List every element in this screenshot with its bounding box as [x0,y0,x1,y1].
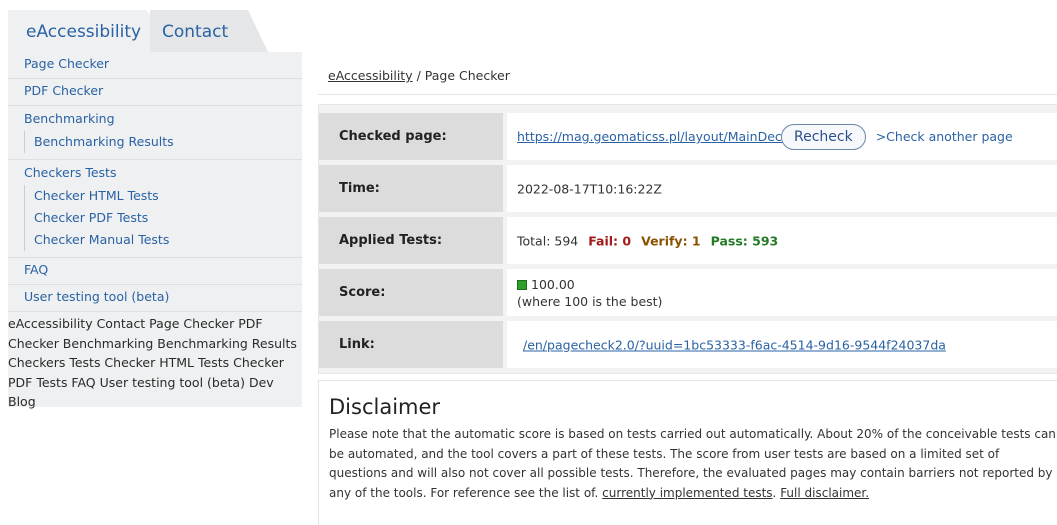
row-time: Time: 2022-08-17T10:16:22Z [319,165,1057,212]
sidebar-item-benchmarking-results[interactable]: Benchmarking Results [34,131,302,153]
label-score: Score: [319,269,503,316]
time-value: 2022-08-17T10:16:22Z [517,181,662,196]
sidebar-item-checker-pdf-tests[interactable]: Checker PDF Tests [34,207,302,229]
row-checked-page: Checked page: https://mag.geomaticss.pl/… [319,113,1057,160]
sidebar-plain-links: eAccessibility Contact Page Checker PDF … [8,316,297,409]
value-applied-tests: Total: 594 Fail: 0 Verify: 1 Pass: 593 [507,217,1057,264]
row-applied-tests: Applied Tests: Total: 594 Fail: 0 Verify… [319,217,1057,264]
sidebar-item-checker-manual-tests[interactable]: Checker Manual Tests [34,229,302,251]
value-score: 100.00 (where 100 is the best) [507,269,1057,316]
score-note: (where 100 is the best) [517,293,663,309]
sidebar: Page Checker PDF Checker Benchmarking Be… [8,52,302,409]
pass-count: Pass: 593 [710,233,779,248]
total-count: Total: 594 [517,233,579,248]
top-tabs: eAccessibility Contact [8,10,268,52]
implemented-tests-link[interactable]: currently implemented tests [602,486,772,500]
sidebar-item-page-checker[interactable]: Page Checker [8,52,302,79]
breadcrumb-divider [318,94,1057,95]
sidebar-submenu-benchmarking: Benchmarking Results [24,131,302,153]
disclaimer-text: Please note that the automatic score is … [329,425,1057,503]
score-indicator-icon [517,280,527,290]
label-applied-tests: Applied Tests: [319,217,503,264]
checked-page-link[interactable]: https://mag.geomaticss.pl/layout/MainDec… [517,129,791,144]
value-link: /en/pagecheck2.0/?uuid=1bc53333-f6ac-451… [507,321,1057,368]
results-table: Checked page: https://mag.geomaticss.pl/… [318,104,1057,374]
score-value: 100.00 [531,276,575,292]
sidebar-item-pdf-checker[interactable]: PDF Checker [8,79,302,106]
breadcrumb-link-eaccessibility[interactable]: eAccessibility [328,68,413,83]
sidebar-group-checkers-tests: Checkers Tests Checker HTML Tests Checke… [8,160,302,258]
label-link: Link: [319,321,503,368]
sidebar-item-checker-html-tests[interactable]: Checker HTML Tests [34,185,302,207]
tab-contact[interactable]: Contact [150,10,268,52]
result-permalink[interactable]: /en/pagecheck2.0/?uuid=1bc53333-f6ac-451… [523,337,946,352]
recheck-button[interactable]: Recheck [781,123,866,150]
sidebar-group-benchmarking: Benchmarking Benchmarking Results [8,106,302,160]
sidebar-submenu-checkers-tests: Checker HTML Tests Checker PDF Tests Che… [24,185,302,251]
tab-eaccessibility[interactable]: eAccessibility [8,10,178,52]
full-disclaimer-link[interactable]: Full disclaimer. [780,486,869,500]
value-checked-page: https://mag.geomaticss.pl/layout/MainDec… [507,113,1057,160]
sidebar-item-checkers-tests[interactable]: Checkers Tests [24,163,302,183]
row-score: Score: 100.00 (where 100 is the best) [319,269,1057,316]
label-time: Time: [319,165,503,212]
fail-count: Fail: 0 [588,233,632,248]
verify-count: Verify: 1 [641,233,701,248]
row-link: Link: /en/pagecheck2.0/?uuid=1bc53333-f6… [319,321,1057,368]
label-checked-page: Checked page: [319,113,503,160]
sidebar-item-user-testing[interactable]: User testing tool (beta) [8,285,302,312]
disclaimer-section: Disclaimer Please note that the automati… [318,380,1057,525]
sidebar-item-faq[interactable]: FAQ [8,258,302,285]
sidebar-item-benchmarking[interactable]: Benchmarking [24,109,302,129]
breadcrumb-current: Page Checker [424,68,510,83]
breadcrumb: eAccessibility / Page Checker [328,68,510,83]
disclaimer-title: Disclaimer [329,395,441,419]
value-time: 2022-08-17T10:16:22Z [507,165,1057,212]
breadcrumb-separator: / [412,68,425,83]
check-another-page-link[interactable]: >Check another page [876,129,1013,144]
